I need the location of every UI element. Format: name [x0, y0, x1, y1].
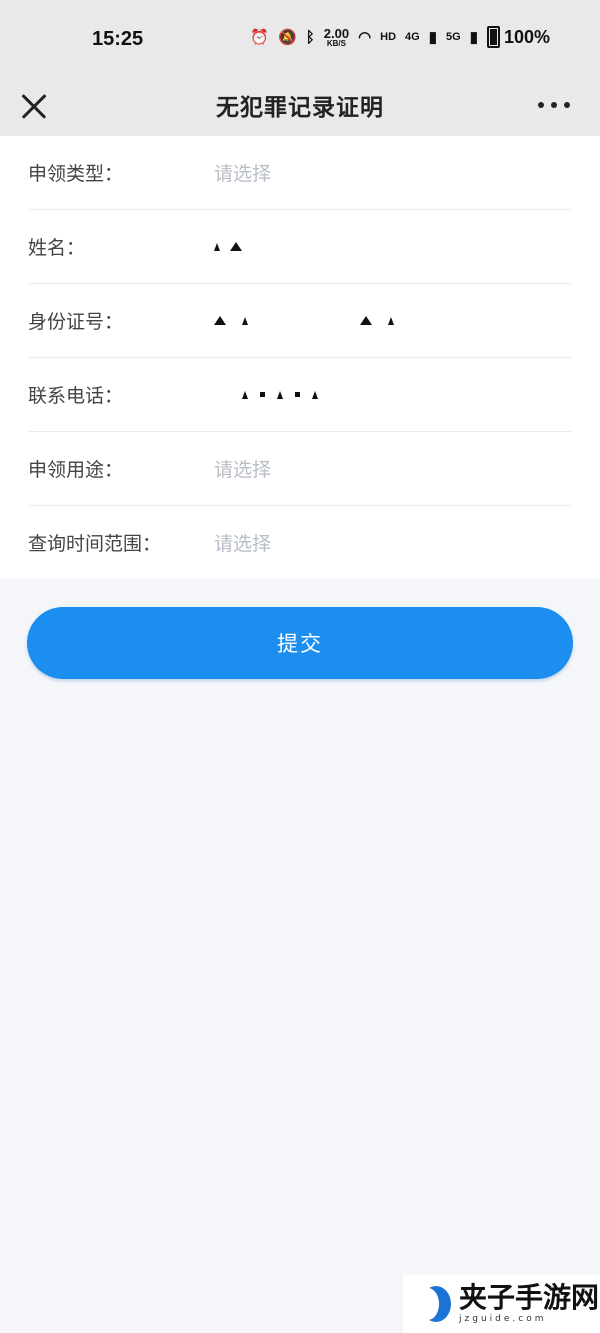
watermark-sub: jzguide.com [459, 1314, 547, 1324]
watermark-logo-icon [417, 1284, 451, 1324]
redaction-mark [277, 390, 283, 399]
more-dot [538, 102, 544, 108]
watermark-main: 夹子手游网 [459, 1281, 600, 1314]
field-id-number[interactable]: 身份证号： [28, 284, 572, 358]
battery-icon [486, 26, 500, 48]
net-speed: 2.00 KB/S [324, 27, 349, 48]
status-icons: ⏰ 🔕 ᛒ 2.00 KB/S ◠ HD 4G ▮ 5G ▮ 100% [250, 26, 550, 48]
watermark-text: 夹子手游网 jzguide.com [459, 1284, 599, 1324]
close-icon[interactable] [20, 92, 48, 120]
redaction-mark [242, 316, 248, 325]
redaction-mark [214, 242, 220, 251]
field-label: 联系电话： [28, 385, 124, 407]
status-bar: 15:25 ⏰ 🔕 ᛒ 2.00 KB/S ◠ HD 4G ▮ 5G ▮ 100… [0, 0, 600, 74]
phone-input-redacted[interactable] [214, 390, 318, 399]
field-label: 身份证号： [28, 311, 124, 333]
field-application-type[interactable]: 申领类型： 请选择 [28, 136, 572, 210]
battery: 100% [486, 26, 550, 48]
time-range-select[interactable]: 请选择 [214, 529, 271, 556]
field-label: 申领类型： [28, 163, 124, 185]
more-dot [551, 102, 557, 108]
page-title: 无犯罪记录证明 [216, 95, 384, 121]
redaction-mark [214, 316, 226, 325]
application-type-select[interactable]: 请选择 [214, 159, 271, 186]
alarm-icon: ⏰ [250, 28, 270, 46]
submit-area: 提交 [0, 579, 600, 679]
more-dot [564, 102, 570, 108]
net-speed-unit: KB/S [326, 38, 346, 48]
wifi-icon: ◠ [358, 28, 372, 46]
redaction-mark [360, 316, 372, 325]
signal-5g: 5G [446, 30, 461, 43]
signal-icon: ▮ [428, 28, 437, 46]
mute-icon: 🔕 [278, 28, 297, 46]
submit-button[interactable]: 提交 [27, 607, 573, 679]
field-phone[interactable]: 联系电话： [28, 358, 572, 432]
field-purpose[interactable]: 申领用途： 请选择 [28, 432, 572, 506]
hd-badge: HD [380, 30, 397, 43]
net-speed-value: 2.00 [323, 25, 350, 41]
redaction-mark [312, 390, 318, 399]
redaction-mark [230, 242, 242, 251]
signal-4g: 4G [405, 30, 420, 43]
status-time: 15:25 [92, 28, 144, 50]
purpose-select[interactable]: 请选择 [214, 455, 271, 482]
field-time-range[interactable]: 查询时间范围： 请选择 [28, 506, 572, 579]
field-name[interactable]: 姓名： [28, 210, 572, 284]
id-number-input-redacted[interactable] [214, 316, 394, 325]
battery-level: 100% [503, 26, 550, 47]
field-label: 姓名： [28, 237, 86, 259]
nav-bar: 无犯罪记录证明 [0, 74, 600, 136]
redaction-mark [388, 316, 394, 325]
watermark: 夹子手游网 jzguide.com [403, 1275, 600, 1333]
bluetooth-icon: ᛒ [305, 28, 315, 46]
application-form: 申领类型： 请选择 姓名： 身份证号： 联系电话： 申领用途： 请选择 查询时间… [0, 136, 600, 579]
name-input-redacted[interactable] [214, 242, 242, 251]
redaction-mark [242, 390, 248, 399]
field-label: 查询时间范围： [28, 533, 162, 555]
field-label: 申领用途： [28, 459, 124, 481]
redaction-mark [260, 392, 265, 397]
redaction-mark [295, 392, 300, 397]
more-icon[interactable] [538, 102, 570, 108]
signal-icon-2: ▮ [469, 28, 478, 46]
